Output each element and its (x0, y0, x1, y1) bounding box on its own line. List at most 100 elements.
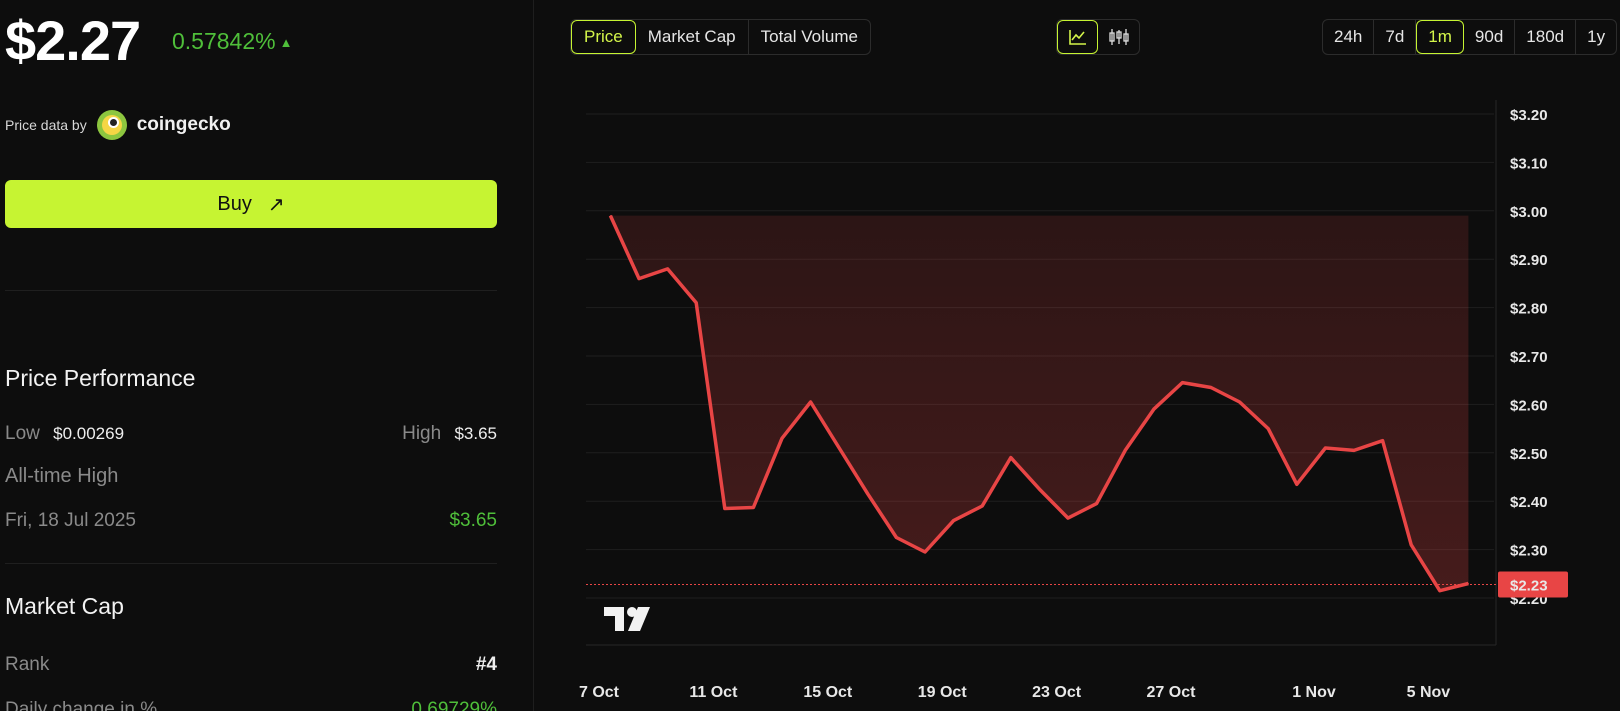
x-axis: 7 Oct 11 Oct 15 Oct 19 Oct 23 Oct 27 Oct 1 Nov… (579, 684, 1450, 701)
data-point (1353, 449, 1355, 451)
range-24h[interactable]: 24h (1323, 20, 1375, 54)
price-change: 0.57842% ▲ (172, 28, 292, 55)
y-tick-label: $2.40 (1510, 494, 1548, 511)
tab-market-cap[interactable]: Market Cap (636, 20, 749, 54)
current-price-label: $2.23 (1510, 577, 1548, 594)
low-label: Low (5, 423, 40, 444)
range-90d[interactable]: 90d (1464, 20, 1516, 54)
data-point (638, 278, 640, 280)
data-point (1239, 401, 1241, 403)
x-tick-label: 1 Nov (1292, 684, 1336, 701)
data-point (867, 493, 869, 495)
data-point (1153, 408, 1155, 410)
left-panel: $2.27 0.57842% ▲ Price data by coingecko … (0, 0, 534, 711)
data-point (953, 520, 955, 522)
data-point (838, 447, 840, 449)
data-point (1181, 382, 1183, 384)
x-tick-label: 23 Oct (1032, 684, 1082, 701)
data-point (1382, 440, 1384, 442)
line-chart-icon (1068, 30, 1086, 45)
x-tick-label: 15 Oct (803, 684, 853, 701)
data-point (1439, 590, 1441, 592)
price-area (610, 215, 1469, 591)
daily-change-label: Daily change in % (5, 699, 158, 711)
y-tick-label: $3.20 (1510, 107, 1548, 124)
y-tick-label: $2.70 (1510, 349, 1548, 366)
data-point (1124, 449, 1126, 451)
price-source-name[interactable]: coingecko (137, 114, 231, 136)
range-7d[interactable]: 7d (1374, 20, 1417, 54)
metric-tabs: Price Market Cap Total Volume (570, 19, 871, 55)
data-point (1324, 447, 1326, 449)
external-arrow-icon: ↗ (267, 193, 285, 216)
chart-type-toggle (1056, 19, 1140, 55)
data-point (981, 505, 983, 507)
ath-row: Fri, 18 Jul 2025 $3.65 (5, 510, 497, 532)
line-chart-button[interactable] (1057, 20, 1098, 54)
price-performance-title: Price Performance (5, 365, 196, 391)
x-tick-label: 7 Oct (579, 684, 620, 701)
y-tick-label: $2.90 (1510, 252, 1548, 269)
tab-total-volume[interactable]: Total Volume (749, 20, 870, 54)
y-tick-label: $3.10 (1510, 155, 1548, 172)
divider (5, 290, 497, 291)
ath-date: Fri, 18 Jul 2025 (5, 510, 136, 531)
data-point (752, 506, 754, 508)
candlestick-chart-button[interactable] (1098, 20, 1139, 54)
data-point (1210, 386, 1212, 388)
low-value: $0.00269 (53, 424, 125, 443)
data-point (667, 268, 669, 270)
data-point (1038, 488, 1040, 490)
data-point (695, 302, 697, 304)
buy-button[interactable]: Buy ↗ (5, 180, 497, 228)
data-point (1296, 483, 1298, 485)
y-tick-label: $2.50 (1510, 446, 1548, 463)
y-tick-label: $2.60 (1510, 397, 1548, 414)
data-point (895, 537, 897, 538)
data-point (1067, 517, 1069, 519)
rank-value: #4 (475, 654, 497, 675)
low-high-row: Low $0.00269 High $3.65 (5, 423, 497, 445)
data-point (1410, 544, 1412, 546)
current-price: $2.27 (5, 9, 141, 72)
rank-label: Rank (5, 654, 50, 675)
data-point (781, 437, 783, 439)
candlestick-icon (1108, 29, 1129, 45)
ath-value: $3.65 (449, 510, 497, 531)
y-tick-label: $2.80 (1510, 301, 1548, 318)
range-180d[interactable]: 180d (1515, 20, 1577, 54)
divider (5, 563, 497, 564)
up-arrow-icon: ▲ (279, 35, 293, 50)
data-point (724, 507, 726, 509)
data-point (609, 215, 611, 217)
y-tick-label: $2.30 (1510, 543, 1548, 560)
tradingview-logo-icon (604, 607, 650, 631)
x-tick-label: 5 Nov (1407, 684, 1451, 701)
data-point (1096, 503, 1098, 505)
daily-change-value: 0.69729% (411, 699, 497, 711)
x-tick-label: 11 Oct (689, 684, 738, 701)
data-point (924, 551, 926, 553)
rank-row: Rank #4 (5, 654, 497, 676)
coingecko-logo-icon (96, 110, 127, 140)
price-chart[interactable]: $3.20 $3.10 $3.00 $2.90 $2.80 $2.70 $2.60 $2.50… (534, 70, 1620, 711)
range-1m[interactable]: 1m (1416, 20, 1464, 54)
range-1y[interactable]: 1y (1576, 20, 1616, 54)
price-change-value: 0.57842% (172, 28, 276, 54)
x-tick-label: 27 Oct (1147, 684, 1197, 701)
x-tick-label: 19 Oct (918, 684, 968, 701)
high-value: $3.65 (454, 424, 497, 443)
buy-button-label: Buy (217, 192, 252, 215)
data-point (1267, 428, 1269, 430)
time-range-selector: 24h 7d 1m 90d 180d 1y (1322, 19, 1618, 55)
y-tick-label: $3.00 (1510, 204, 1548, 221)
market-cap-title: Market Cap (5, 593, 124, 619)
current-price-badge: $2.23 (1498, 571, 1568, 598)
daily-change-row: Daily change in % 0.69729% (5, 699, 497, 711)
ath-label: All-time High (5, 465, 119, 487)
data-point (1467, 582, 1469, 584)
tab-price[interactable]: Price (571, 20, 636, 54)
price-source-label: Price data by (5, 117, 87, 133)
high-label: High (402, 423, 442, 444)
data-point (810, 401, 812, 403)
